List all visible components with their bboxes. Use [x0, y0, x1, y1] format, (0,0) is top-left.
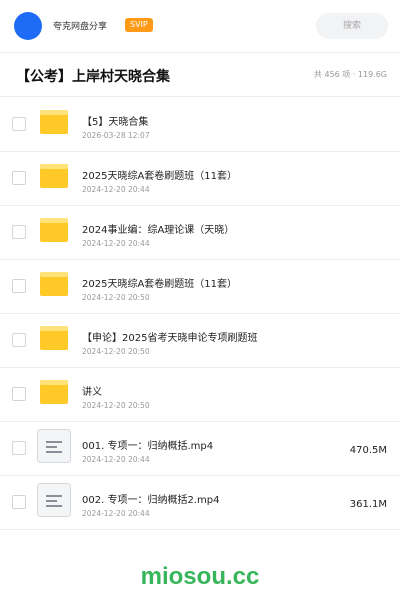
- folder-header: 【公考】上岸村天晓合集 共 456 项 · 119.6G: [0, 52, 400, 97]
- item-checkbox[interactable]: [12, 441, 26, 455]
- page-title: 【公考】上岸村天晓合集: [16, 69, 170, 85]
- item-name[interactable]: 【5】天晓合集: [82, 113, 148, 128]
- item-date: 2024-12-20 20:44: [82, 185, 150, 194]
- folder-icon: [40, 272, 68, 296]
- item-date: 2024-12-20 20:44: [82, 509, 150, 518]
- document-icon: [37, 429, 71, 463]
- avatar[interactable]: [14, 12, 42, 40]
- watermark: miosou.cc: [140, 563, 260, 590]
- item-checkbox[interactable]: [12, 225, 26, 239]
- item-date: 2024-12-20 20:44: [82, 239, 150, 248]
- item-date: 2024-12-20 20:50: [82, 293, 150, 302]
- svip-badge: SVIP: [125, 18, 153, 32]
- item-date: 2026-03-28 12:07: [82, 131, 150, 140]
- list-item[interactable]: 【申论】2025省考天晓申论专项刷题班 2024-12-20 20:50: [0, 313, 400, 368]
- list-item[interactable]: 讲义 2024-12-20 20:50: [0, 367, 400, 422]
- item-date: 2024-12-20 20:50: [82, 347, 150, 356]
- file-size: 361.1M: [349, 499, 387, 510]
- file-size: 470.5M: [349, 445, 387, 456]
- item-name[interactable]: 001. 专项一：归纳概括.mp4: [82, 437, 213, 452]
- share-username[interactable]: 夸克网盘分享: [53, 19, 107, 32]
- item-name[interactable]: 2024事业编：综A理论课（天晓）: [82, 221, 234, 236]
- search-input[interactable]: 搜索: [316, 13, 388, 39]
- item-checkbox[interactable]: [12, 387, 26, 401]
- list-item[interactable]: 2025天晓综A套卷刷题班（11套） 2024-12-20 20:44: [0, 151, 400, 206]
- item-name[interactable]: 2025天晓综A套卷刷题班（11套）: [82, 275, 237, 290]
- folder-icon: [40, 218, 68, 242]
- item-name[interactable]: 002. 专项一：归纳概括2.mp4: [82, 491, 219, 506]
- folder-icon: [40, 380, 68, 404]
- top-bar: 夸克网盘分享 SVIP 搜索: [0, 0, 400, 53]
- item-checkbox[interactable]: [12, 495, 26, 509]
- list-item[interactable]: 001. 专项一：归纳概括.mp4 2024-12-20 20:44 470.5…: [0, 421, 400, 476]
- list-item[interactable]: 002. 专项一：归纳概括2.mp4 2024-12-20 20:44 361.…: [0, 475, 400, 530]
- document-icon: [37, 483, 71, 517]
- folder-icon: [40, 326, 68, 350]
- folder-meta: 共 456 项 · 119.6G: [313, 70, 387, 79]
- folder-icon: [40, 110, 68, 134]
- list-item[interactable]: 【5】天晓合集 2026-03-28 12:07: [0, 97, 400, 152]
- list-item[interactable]: 2024事业编：综A理论课（天晓） 2024-12-20 20:44: [0, 205, 400, 260]
- item-date: 2024-12-20 20:44: [82, 455, 150, 464]
- item-name[interactable]: 【申论】2025省考天晓申论专项刷题班: [82, 329, 257, 344]
- item-checkbox[interactable]: [12, 279, 26, 293]
- item-date: 2024-12-20 20:50: [82, 401, 150, 410]
- folder-icon: [40, 164, 68, 188]
- item-checkbox[interactable]: [12, 333, 26, 347]
- item-name[interactable]: 2025天晓综A套卷刷题班（11套）: [82, 167, 237, 182]
- item-name[interactable]: 讲义: [82, 383, 102, 398]
- list-item[interactable]: 2025天晓综A套卷刷题班（11套） 2024-12-20 20:50: [0, 259, 400, 314]
- item-checkbox[interactable]: [12, 171, 26, 185]
- item-checkbox[interactable]: [12, 117, 26, 131]
